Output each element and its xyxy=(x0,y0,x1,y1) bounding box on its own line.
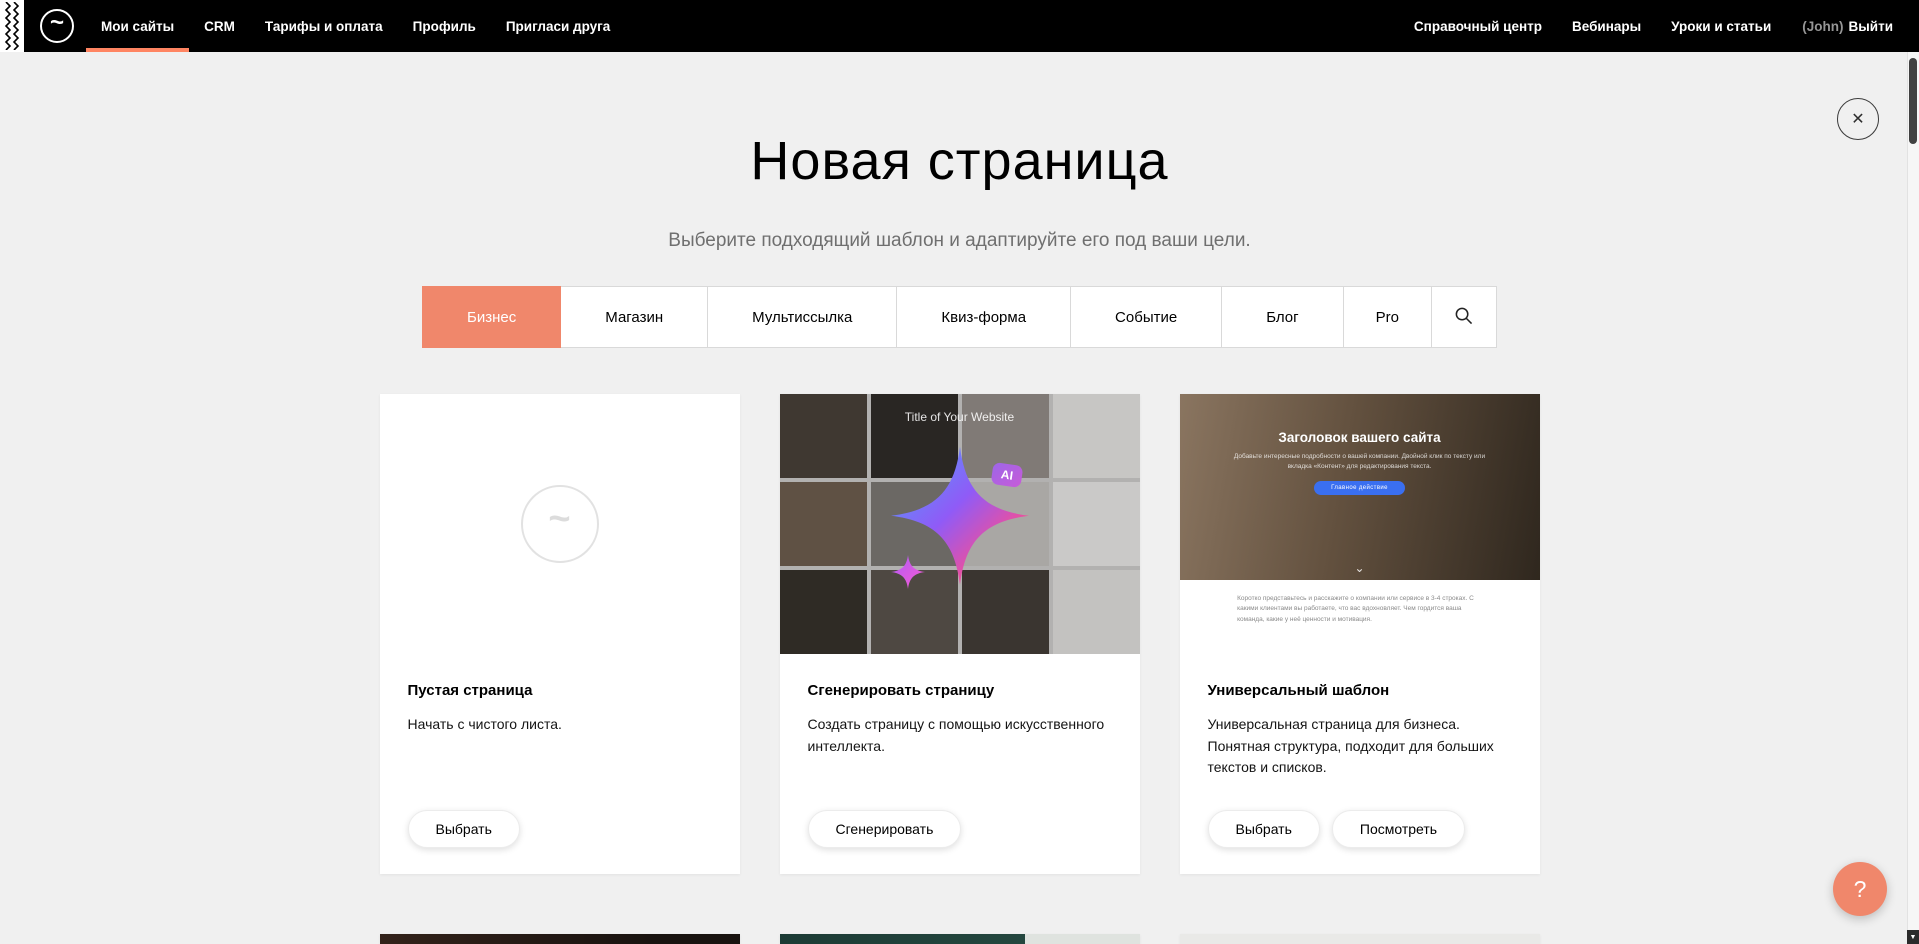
main-nav: Мои сайты CRM Тарифы и оплата Профиль Пр… xyxy=(86,0,625,52)
preview-body-section: Коротко представьтесь и расскажите о ком… xyxy=(1180,580,1540,654)
close-button[interactable]: ✕ xyxy=(1837,98,1879,140)
help-button[interactable]: ? xyxy=(1833,862,1887,916)
close-icon: ✕ xyxy=(1851,109,1864,129)
preview-body-text: Коротко представьтесь и расскажите о ком… xyxy=(1237,594,1482,654)
preview-hero-subtitle: Добавьте интересные подробности о вашей … xyxy=(1230,452,1489,472)
nav-item-crm[interactable]: CRM xyxy=(189,0,250,52)
partial-template-preview[interactable] xyxy=(780,934,1140,944)
choose-blank-button[interactable]: Выбрать xyxy=(408,810,520,848)
tab-quiz-form[interactable]: Квиз-форма xyxy=(896,286,1071,348)
tab-event[interactable]: Событие xyxy=(1070,286,1222,348)
preview-hero-cta-button: Главное действие xyxy=(1314,481,1405,495)
tab-pro[interactable]: Pro xyxy=(1343,286,1432,348)
search-icon xyxy=(1454,306,1473,329)
user-name: (John) xyxy=(1786,19,1848,34)
preview-hero-section: Заголовок вашего сайта Добавьте интересн… xyxy=(1180,394,1540,580)
preview-site-title: Title of Your Website xyxy=(780,410,1140,424)
card-body: Сгенерировать страницу Создать страницу … xyxy=(780,654,1140,874)
tab-search[interactable] xyxy=(1431,286,1497,348)
card-description: Универсальная страница для бизнеса. Поня… xyxy=(1208,714,1512,779)
nav-item-pricing[interactable]: Тарифы и оплата xyxy=(250,0,398,52)
card-actions: Выбрать Посмотреть xyxy=(1208,810,1512,848)
card-title: Сгенерировать страницу xyxy=(808,682,1112,699)
template-card-partial xyxy=(380,934,740,944)
template-card-partial xyxy=(780,934,1140,944)
choose-universal-button[interactable]: Выбрать xyxy=(1208,810,1320,848)
template-card-ai-generate: Title of Your Website xyxy=(780,394,1140,874)
template-card-partial xyxy=(1180,934,1540,944)
page-title: Новая страница xyxy=(0,130,1919,192)
ai-sparkle-small-icon xyxy=(891,555,925,594)
scrollbar: ▼ xyxy=(1907,0,1919,944)
partial-template-preview[interactable] xyxy=(1180,934,1540,944)
universal-template-preview[interactable]: Заголовок вашего сайта Добавьте интересн… xyxy=(1180,394,1540,654)
card-title: Пустая страница xyxy=(408,682,712,699)
question-icon: ? xyxy=(1854,876,1867,903)
nav-item-webinars[interactable]: Вебинары xyxy=(1557,19,1656,34)
card-body: Универсальный шаблон Универсальная стран… xyxy=(1180,654,1540,874)
scrollbar-down-arrow[interactable]: ▼ xyxy=(1907,930,1919,944)
nav-item-my-sites[interactable]: Мои сайты xyxy=(86,0,189,52)
card-title: Универсальный шаблон xyxy=(1208,682,1512,699)
view-universal-button[interactable]: Посмотреть xyxy=(1332,810,1465,848)
ai-badge: AI xyxy=(991,462,1024,488)
nav-item-help-center[interactable]: Справочный центр xyxy=(1399,19,1557,34)
generate-button[interactable]: Сгенерировать xyxy=(808,810,962,848)
tab-shop[interactable]: Магазин xyxy=(560,286,708,348)
nav-item-invite-friend[interactable]: Пригласи друга xyxy=(491,0,625,52)
template-grid: ~ Пустая страница Начать с чистого листа… xyxy=(380,394,1540,944)
ai-template-preview[interactable]: Title of Your Website xyxy=(780,394,1140,654)
top-navbar: ~ Мои сайты CRM Тарифы и оплата Профиль … xyxy=(0,0,1919,52)
card-actions: Выбрать xyxy=(408,810,712,848)
tilda-watermark-icon: ~ xyxy=(521,485,599,563)
template-card-universal: Заголовок вашего сайта Добавьте интересн… xyxy=(1180,394,1540,874)
scrollbar-track[interactable] xyxy=(1907,52,1919,930)
blank-template-preview[interactable]: ~ xyxy=(380,394,740,654)
tab-blog[interactable]: Блог xyxy=(1221,286,1343,348)
logout-link[interactable]: Выйти xyxy=(1849,19,1894,34)
card-description: Создать страницу с помощью искусственног… xyxy=(808,714,1112,757)
card-actions: Сгенерировать xyxy=(808,810,1112,848)
chevron-down-icon: ⌄ xyxy=(1354,562,1364,574)
scrollbar-thumb[interactable] xyxy=(1909,58,1917,144)
card-body: Пустая страница Начать с чистого листа. … xyxy=(380,654,740,874)
template-card-blank: ~ Пустая страница Начать с чистого листа… xyxy=(380,394,740,874)
partial-template-preview[interactable] xyxy=(380,934,740,944)
template-category-tabs: Бизнес Магазин Мультиссылка Квиз-форма С… xyxy=(0,286,1919,348)
nav-item-profile[interactable]: Профиль xyxy=(398,0,491,52)
tab-business[interactable]: Бизнес xyxy=(422,286,561,348)
secondary-nav: Справочный центр Вебинары Уроки и статьи… xyxy=(1399,0,1919,52)
page-subtitle: Выберите подходящий шаблон и адаптируйте… xyxy=(0,230,1919,252)
card-description: Начать с чистого листа. xyxy=(408,714,712,736)
tilda-logo-icon[interactable]: ~ xyxy=(40,9,74,43)
nav-item-lessons[interactable]: Уроки и статьи xyxy=(1656,19,1786,34)
zigzag-pattern-icon xyxy=(0,0,24,52)
new-page-dialog: ✕ Новая страница Выберите подходящий шаб… xyxy=(0,0,1919,944)
tab-multilink[interactable]: Мультиссылка xyxy=(707,286,897,348)
preview-hero-title: Заголовок вашего сайта xyxy=(1278,430,1440,445)
